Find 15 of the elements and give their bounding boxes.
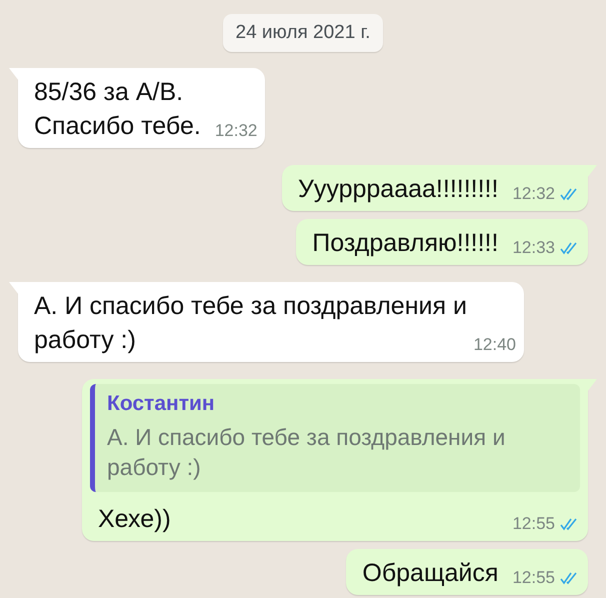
message-time: 12:32 — [214, 121, 258, 141]
message-time: 12:55 — [512, 568, 555, 588]
message-text: А. И спасибо тебе за поздравления и работу :) — [34, 292, 467, 354]
quote-author: Костантин — [107, 392, 216, 416]
date-label: 24 июля 2021 г. — [222, 14, 384, 52]
message-text: Хехе)) — [98, 505, 171, 533]
quote-text: А. И спасибо тебе за поздравления и работу :) — [107, 423, 506, 482]
message-time: 12:40 — [473, 335, 516, 355]
message-text: Поздравляю!!!!!! — [312, 229, 498, 257]
message-time: 12:33 — [512, 238, 555, 258]
message-time: 12:32 — [512, 184, 555, 204]
message-text: Обращайся — [362, 559, 498, 589]
message-time: 12:55 — [512, 514, 555, 534]
message-text: 85/36 за А/В. Спасибо тебе. — [34, 78, 201, 140]
message-text: Уууррраааа!!!!!!!!! — [298, 175, 498, 203]
